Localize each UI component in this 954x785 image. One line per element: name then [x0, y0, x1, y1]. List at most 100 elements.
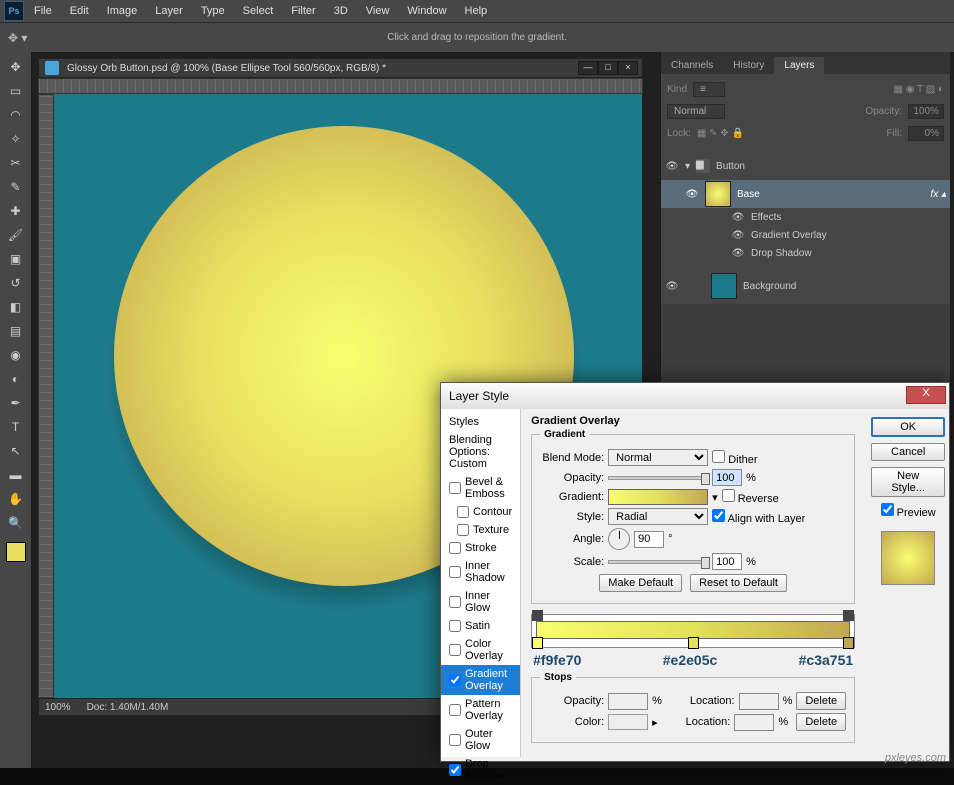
- menu-select[interactable]: Select: [235, 3, 282, 19]
- pen-tool-icon[interactable]: ✒: [3, 392, 29, 414]
- path-tool-icon[interactable]: ↖: [3, 440, 29, 462]
- opacity-stop[interactable]: [843, 610, 854, 621]
- item-inner-shadow[interactable]: Inner Shadow: [441, 557, 520, 587]
- stamp-tool-icon[interactable]: ▣: [3, 248, 29, 270]
- effect-drop-shadow[interactable]: 👁Drop Shadow: [661, 244, 950, 262]
- menu-help[interactable]: Help: [457, 3, 496, 19]
- gradient-editor[interactable]: [531, 614, 855, 648]
- lock-icons[interactable]: ▦ ✎ ✥ 🔒: [697, 128, 744, 139]
- style-select[interactable]: Radial: [608, 508, 708, 525]
- item-satin[interactable]: Satin: [441, 617, 520, 635]
- cancel-button[interactable]: Cancel: [871, 443, 945, 461]
- zoom-level[interactable]: 100%: [45, 702, 71, 713]
- item-color-overlay[interactable]: Color Overlay: [441, 635, 520, 665]
- eraser-tool-icon[interactable]: ◧: [3, 296, 29, 318]
- align-checkbox[interactable]: Align with Layer: [712, 509, 805, 525]
- layer-thumb[interactable]: [711, 273, 737, 299]
- stop-location-input2[interactable]: [734, 714, 774, 731]
- blend-mode-select[interactable]: Normal: [608, 449, 708, 466]
- delete-opacity-stop-button[interactable]: Delete: [796, 692, 846, 710]
- wand-tool-icon[interactable]: ✧: [3, 128, 29, 150]
- tab-channels[interactable]: Channels: [661, 57, 723, 74]
- brush-tool-icon[interactable]: 🖌: [3, 224, 29, 246]
- menu-filter[interactable]: Filter: [283, 3, 323, 19]
- menu-3d[interactable]: 3D: [326, 3, 356, 19]
- fill-value[interactable]: 0%: [908, 126, 944, 141]
- crop-tool-icon[interactable]: ✂: [3, 152, 29, 174]
- item-bevel[interactable]: Bevel & Emboss: [441, 473, 520, 503]
- blur-tool-icon[interactable]: ◉: [3, 344, 29, 366]
- doc-maximize-icon[interactable]: □: [598, 61, 618, 75]
- menu-window[interactable]: Window: [399, 3, 454, 19]
- doc-minimize-icon[interactable]: —: [578, 61, 598, 75]
- preview-checkbox[interactable]: Preview: [881, 503, 936, 519]
- visibility-toggle-icon[interactable]: 👁: [665, 161, 679, 172]
- layer-group-button[interactable]: 👁 ▾ ▆ Button: [661, 152, 950, 180]
- item-texture[interactable]: Texture: [441, 521, 520, 539]
- new-style-button[interactable]: New Style...: [871, 467, 945, 497]
- dialog-titlebar[interactable]: Layer Style X: [441, 383, 949, 409]
- kind-filter[interactable]: ≡: [693, 82, 725, 97]
- marquee-tool-icon[interactable]: ▭: [3, 80, 29, 102]
- move-tool-icon[interactable]: ✥ ▾: [8, 31, 27, 45]
- scale-input[interactable]: [712, 553, 742, 570]
- menu-image[interactable]: Image: [99, 3, 146, 19]
- menu-file[interactable]: File: [26, 3, 60, 19]
- effect-gradient-overlay[interactable]: 👁Gradient Overlay: [661, 226, 950, 244]
- gradient-tool-icon[interactable]: ▤: [3, 320, 29, 342]
- hand-tool-icon[interactable]: ✋: [3, 488, 29, 510]
- color-stop-3[interactable]: [843, 637, 854, 649]
- blending-options[interactable]: Blending Options: Custom: [441, 431, 520, 473]
- reset-default-button[interactable]: Reset to Default: [690, 574, 787, 592]
- item-inner-glow[interactable]: Inner Glow: [441, 587, 520, 617]
- color-stop-2[interactable]: [688, 637, 699, 649]
- blend-mode-select[interactable]: Normal: [667, 104, 725, 119]
- dodge-tool-icon[interactable]: ◐: [3, 368, 29, 390]
- tab-history[interactable]: History: [723, 57, 774, 74]
- item-stroke[interactable]: Stroke: [441, 539, 520, 557]
- styles-header[interactable]: Styles: [441, 413, 520, 431]
- foreground-color-swatch[interactable]: [6, 542, 26, 562]
- fx-badge[interactable]: fx ▴: [930, 189, 946, 200]
- dialog-close-button[interactable]: X: [906, 386, 946, 404]
- item-contour[interactable]: Contour: [441, 503, 520, 521]
- menu-type[interactable]: Type: [193, 3, 233, 19]
- menu-layer[interactable]: Layer: [147, 3, 191, 19]
- doc-close-icon[interactable]: ×: [618, 61, 638, 75]
- stop-opacity-input[interactable]: [608, 693, 648, 710]
- angle-input[interactable]: [634, 531, 664, 548]
- lasso-tool-icon[interactable]: ◠: [3, 104, 29, 126]
- history-brush-tool-icon[interactable]: ↺: [3, 272, 29, 294]
- layer-background[interactable]: 👁 Background: [661, 272, 950, 300]
- item-outer-glow[interactable]: Outer Glow: [441, 725, 520, 755]
- item-drop-shadow[interactable]: Drop Shadow: [441, 755, 520, 785]
- opacity-value[interactable]: 100%: [908, 104, 944, 119]
- stop-location-input[interactable]: [739, 693, 779, 710]
- filter-icons[interactable]: ▦ ◉ T ▨ ◐: [893, 84, 944, 95]
- color-stop-1[interactable]: [532, 637, 543, 649]
- eyedropper-tool-icon[interactable]: ✎: [3, 176, 29, 198]
- heal-tool-icon[interactable]: ✚: [3, 200, 29, 222]
- move-tool-icon[interactable]: ✥: [3, 56, 29, 78]
- layer-thumb[interactable]: [705, 181, 731, 207]
- gradient-swatch[interactable]: [608, 489, 708, 505]
- angle-dial[interactable]: [608, 528, 630, 550]
- effects-header[interactable]: 👁Effects: [661, 208, 950, 226]
- delete-color-stop-button[interactable]: Delete: [796, 713, 846, 731]
- type-tool-icon[interactable]: T: [3, 416, 29, 438]
- opacity-slider[interactable]: [608, 476, 708, 480]
- dither-checkbox[interactable]: Dither: [712, 450, 757, 466]
- menu-edit[interactable]: Edit: [62, 3, 97, 19]
- ruler-horizontal[interactable]: [38, 78, 643, 94]
- shape-tool-icon[interactable]: ▬: [3, 464, 29, 486]
- tab-layers[interactable]: Layers: [774, 57, 824, 74]
- layer-base[interactable]: 👁 Base fx ▴: [661, 180, 950, 208]
- visibility-toggle-icon[interactable]: 👁: [665, 281, 679, 292]
- scale-slider[interactable]: [608, 560, 708, 564]
- visibility-toggle-icon[interactable]: 👁: [685, 189, 699, 200]
- zoom-tool-icon[interactable]: 🔍: [3, 512, 29, 534]
- item-pattern-overlay[interactable]: Pattern Overlay: [441, 695, 520, 725]
- ok-button[interactable]: OK: [871, 417, 945, 437]
- chevron-down-icon[interactable]: ▾: [685, 161, 690, 172]
- stop-color-swatch[interactable]: [608, 714, 648, 730]
